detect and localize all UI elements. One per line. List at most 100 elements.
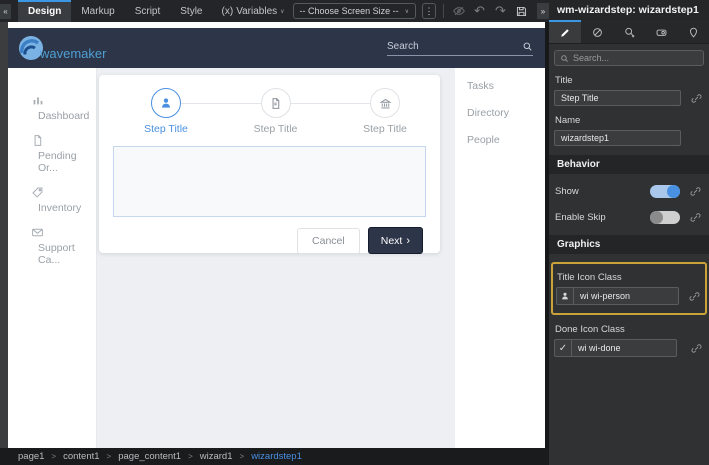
tab-markup[interactable]: Markup	[71, 0, 124, 22]
step-title: Step Title	[363, 123, 407, 135]
app-search-label: Search	[387, 40, 419, 52]
section-behavior: Behavior	[549, 155, 709, 174]
pencil-icon	[561, 28, 569, 37]
properties-search-input[interactable]	[573, 53, 698, 63]
step-circle[interactable]	[151, 88, 181, 118]
step-title: Step Title	[253, 123, 298, 135]
breadcrumb-page-content1[interactable]: page_content1	[118, 451, 181, 462]
app-body: Dashboard Pending Or... Inventory Suppor…	[8, 68, 545, 448]
more-options-icon[interactable]: ⋮	[422, 3, 436, 19]
tab-script[interactable]: Script	[125, 0, 171, 22]
wizard-actions: Cancel Next ›	[99, 217, 440, 254]
wizard-step-content[interactable]	[113, 146, 426, 217]
bind-link-icon[interactable]	[691, 343, 702, 354]
tab-advanced-search[interactable]	[613, 20, 645, 43]
sidebar-item-inventory[interactable]: Inventory	[8, 186, 96, 214]
variables-icon: (x)	[221, 5, 234, 17]
breadcrumb-separator: >	[51, 452, 57, 461]
title-field-label: Title	[555, 75, 573, 86]
name-input[interactable]	[554, 130, 681, 146]
chevron-down-icon: ∨	[404, 8, 409, 15]
app-brand: wavemaker	[16, 33, 106, 63]
palette-icon	[592, 28, 602, 37]
wizard-step-3[interactable]: Step Title	[355, 88, 415, 135]
toggle-knob	[667, 185, 680, 198]
title-icon-class-row	[556, 287, 702, 305]
breadcrumb-page1[interactable]: page1	[18, 451, 44, 462]
title-input[interactable]	[554, 90, 681, 106]
wizard-steps: Step Title Step Title Step Title	[99, 75, 440, 135]
breadcrumb-wizardstep1[interactable]: wizardstep1	[251, 451, 302, 462]
app-sidebar: Dashboard Pending Or... Inventory Suppor…	[8, 68, 97, 448]
list-item-people[interactable]: People	[467, 134, 545, 146]
studio-left-column: « Design Markup Script Style (x) Variabl…	[0, 0, 549, 465]
show-toggle[interactable]	[650, 185, 680, 198]
search-gear-icon	[624, 27, 634, 38]
preview-eye-off-icon[interactable]	[451, 4, 466, 19]
list-item-directory[interactable]: Directory	[467, 107, 545, 119]
bar-chart-icon	[33, 97, 43, 105]
show-toggle-row: Show	[554, 183, 704, 200]
tab-properties[interactable]	[549, 20, 581, 43]
bind-link-icon[interactable]	[690, 212, 701, 223]
toolbar-separator	[443, 4, 444, 18]
tab-device[interactable]	[645, 20, 677, 43]
app-search-field[interactable]: Search	[387, 41, 533, 56]
name-field-row	[554, 130, 704, 146]
enable-skip-toggle-row: Enable Skip	[554, 209, 704, 226]
redo-icon[interactable]: ↷	[493, 3, 508, 19]
sidebar-item-pending-orders[interactable]: Pending Or...	[8, 134, 96, 174]
breadcrumb-content1[interactable]: content1	[63, 451, 99, 462]
done-icon-class-input[interactable]	[571, 339, 677, 357]
title-icon-class-group-highlighted: Title Icon Class	[551, 262, 707, 315]
canvas-left-strip	[0, 22, 8, 448]
tab-styles[interactable]	[581, 20, 613, 43]
step-circle[interactable]	[260, 88, 291, 118]
brand-name: wavemaker	[40, 45, 107, 61]
search-icon	[523, 42, 532, 51]
breadcrumb-wizard1[interactable]: wizard1	[200, 451, 233, 462]
title-icon-class-input[interactable]	[573, 287, 679, 305]
app-header[interactable]: wavemaker Search	[8, 28, 545, 68]
breadcrumb: page1 > content1 > page_content1 > wizar…	[0, 448, 549, 465]
enable-skip-label: Enable Skip	[555, 212, 606, 223]
person-icon	[556, 287, 574, 305]
tab-marker[interactable]	[677, 20, 709, 43]
document-icon	[272, 97, 280, 109]
breadcrumb-separator: >	[188, 452, 193, 461]
tab-design[interactable]: Design	[18, 0, 72, 22]
enable-skip-toggle[interactable]	[650, 211, 680, 224]
bind-link-icon[interactable]	[690, 186, 701, 197]
variables-menu[interactable]: (x) Variables ∨	[222, 6, 285, 17]
design-canvas[interactable]: wavemaker Search Dashboard Pending Or...…	[8, 22, 545, 448]
wizard-widget[interactable]: Step Title Step Title Step Title Cancel …	[99, 75, 440, 254]
chevron-down-icon: ∨	[280, 8, 285, 15]
canvas-row: wavemaker Search Dashboard Pending Or...…	[0, 22, 549, 448]
bind-link-icon[interactable]	[689, 291, 700, 302]
undo-icon[interactable]: ↶	[472, 3, 487, 19]
panel-tab-bar	[549, 20, 709, 44]
expand-panel-icon[interactable]: »	[537, 3, 549, 19]
tab-style[interactable]: Style	[170, 0, 212, 22]
panel-title: wm-wizardstep: wizardstep1	[549, 0, 709, 20]
collapse-left-icon[interactable]: «	[0, 3, 11, 19]
search-icon	[561, 54, 568, 62]
title-icon-class-label: Title Icon Class	[557, 272, 622, 283]
save-icon[interactable]	[514, 4, 529, 19]
list-item-tasks[interactable]: Tasks	[467, 80, 545, 92]
sidebar-item-dashboard[interactable]: Dashboard	[8, 93, 96, 122]
wizard-step-2[interactable]: Step Title	[246, 88, 306, 135]
person-icon	[162, 98, 170, 108]
tag-icon	[32, 187, 43, 198]
cancel-button[interactable]: Cancel	[297, 227, 360, 254]
step-circle[interactable]	[370, 88, 400, 118]
toggle-knob	[650, 211, 663, 224]
name-field-label: Name	[555, 115, 581, 126]
bind-link-icon[interactable]	[691, 93, 702, 104]
sidebar-item-support-cases[interactable]: Support Ca...	[8, 226, 96, 266]
next-button[interactable]: Next ›	[367, 227, 423, 254]
screen-size-select[interactable]: -- Choose Screen Size -- ∨	[292, 3, 416, 19]
variables-label: Variables	[236, 5, 278, 17]
properties-search-box[interactable]	[554, 50, 704, 66]
wizard-step-1[interactable]: Step Title	[136, 88, 196, 135]
